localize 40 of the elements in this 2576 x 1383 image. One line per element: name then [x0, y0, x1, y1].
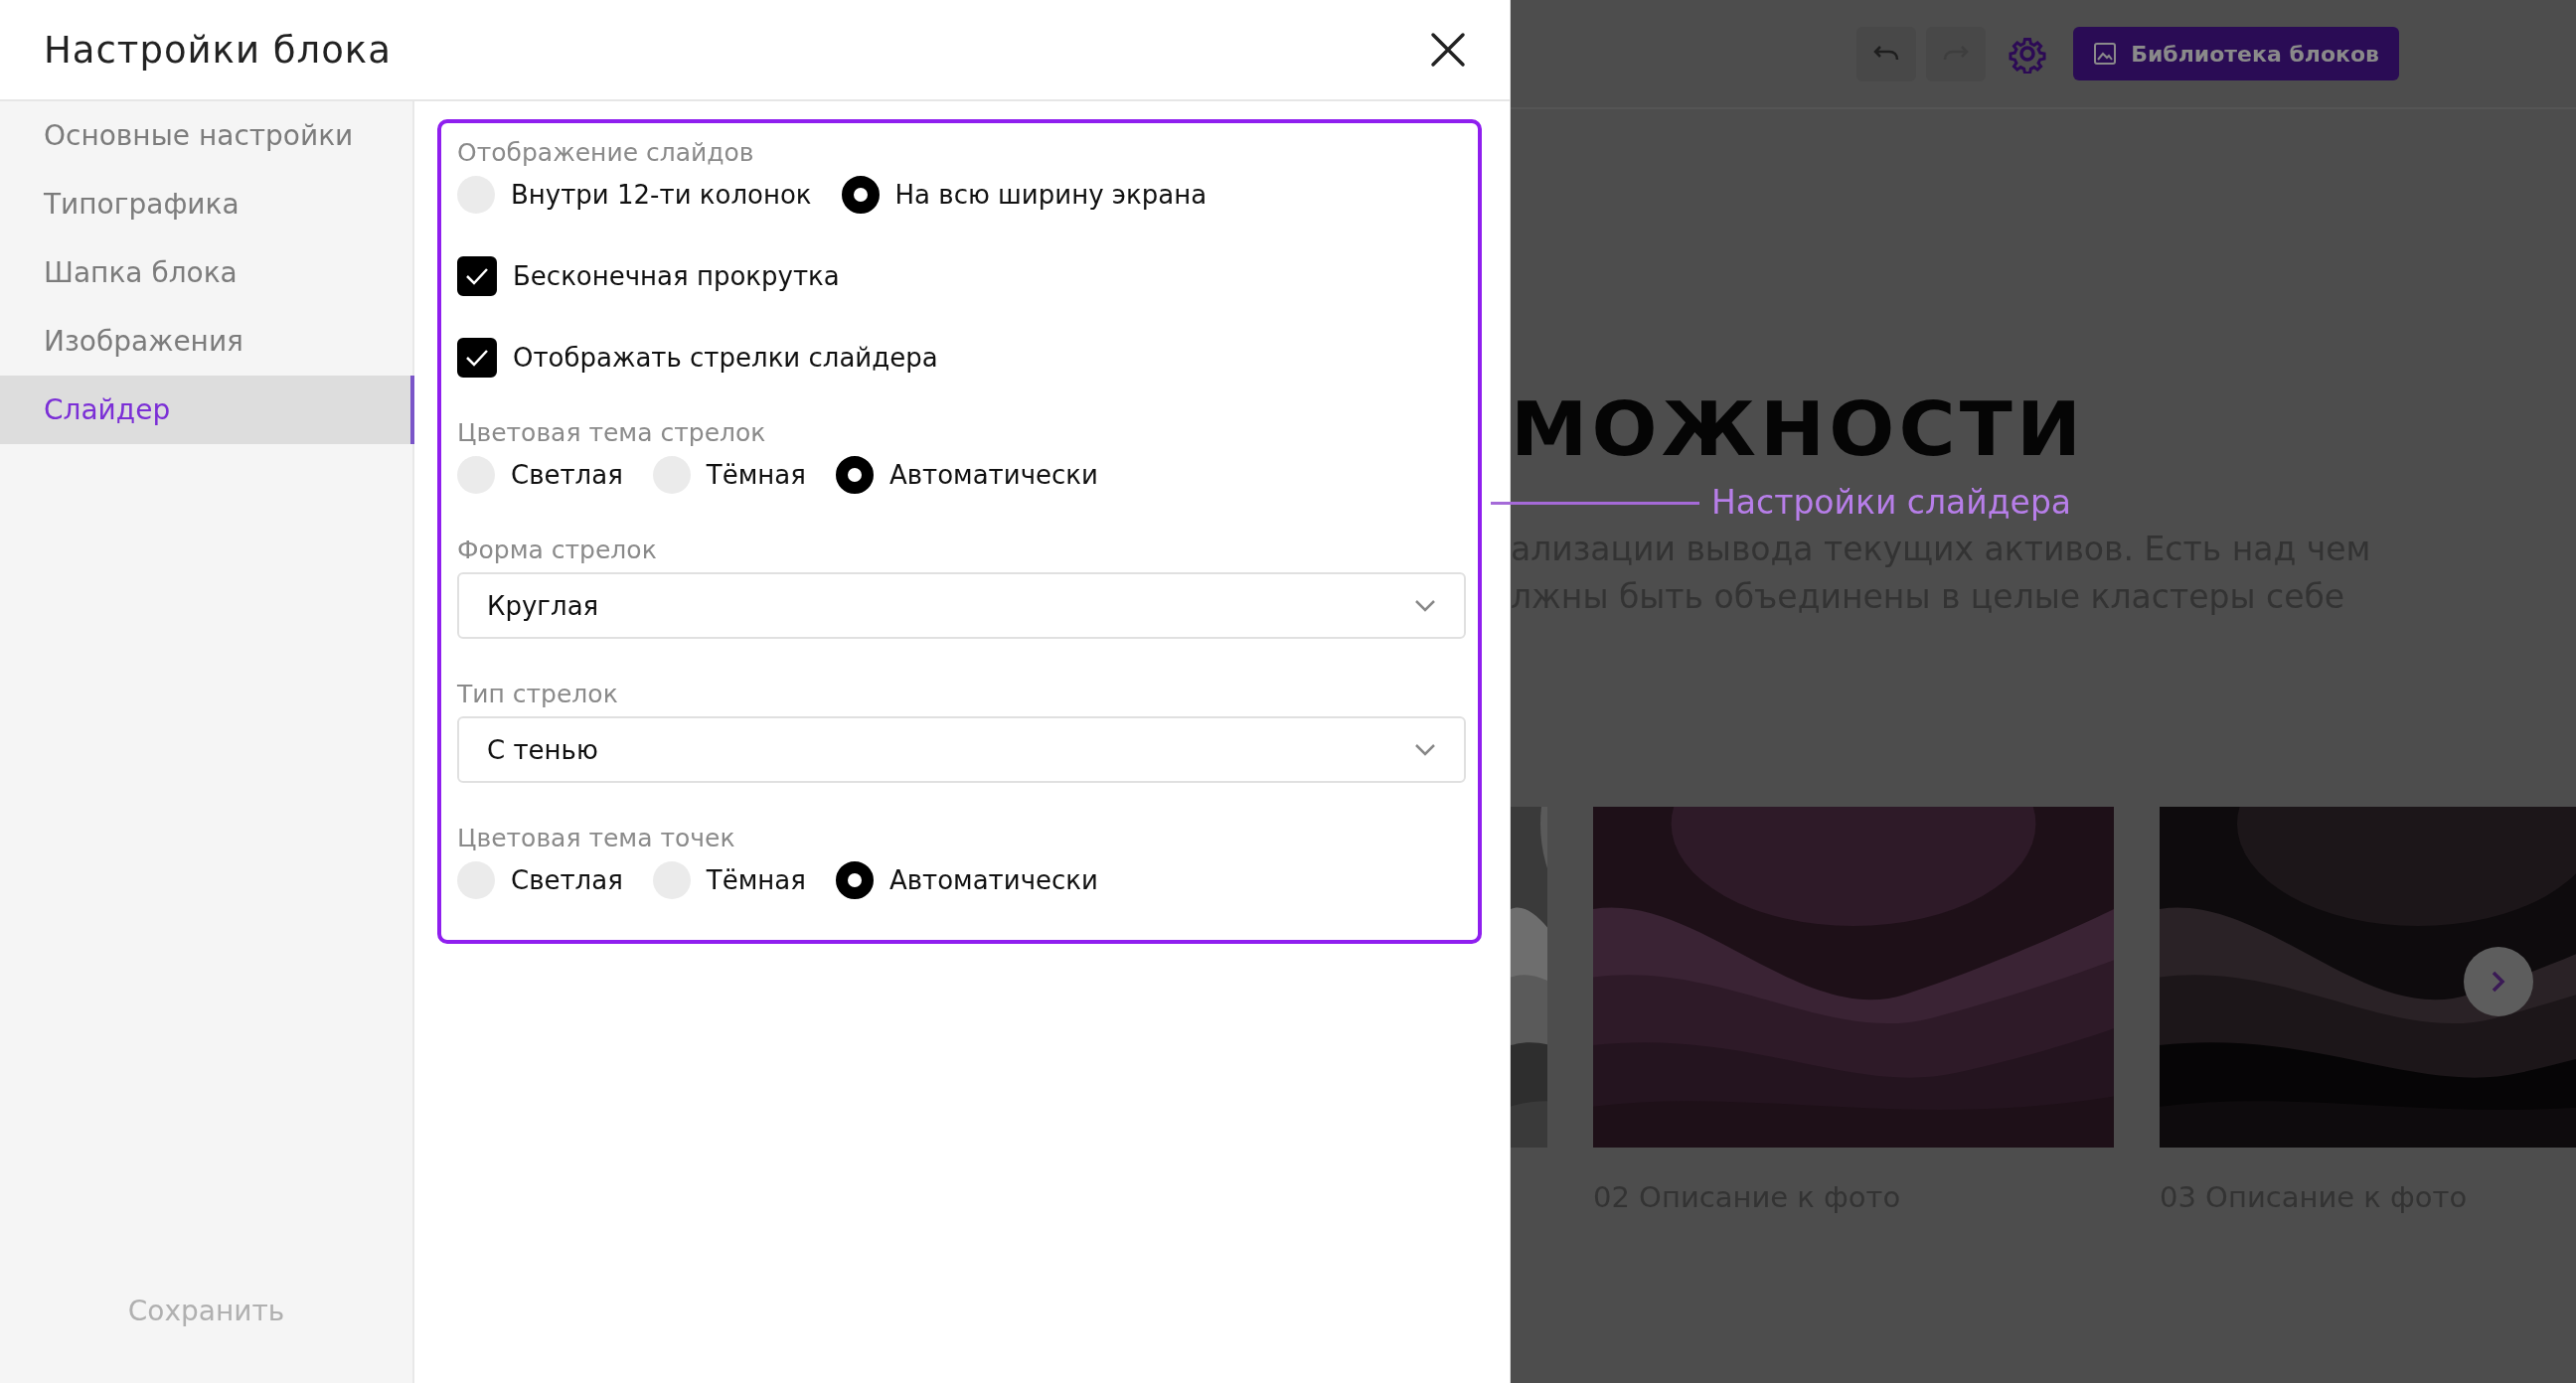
group-label: Отображение слайдов — [457, 139, 755, 167]
radio-button[interactable] — [835, 861, 874, 899]
radio-label: Светлая — [511, 460, 623, 490]
check-icon — [465, 348, 489, 368]
sidebar-item[interactable]: Типографика — [0, 170, 414, 238]
radio-label: Тёмная — [706, 460, 806, 490]
dropdown-field[interactable]: С тенью — [457, 716, 1466, 783]
radio-button[interactable] — [841, 176, 880, 214]
sidebar-item[interactable]: Основные настройки — [0, 101, 414, 170]
checkbox[interactable] — [457, 256, 497, 296]
close-icon[interactable] — [1430, 32, 1466, 68]
checkbox-label: Отображать стрелки слайдера — [513, 343, 938, 373]
sidebar-item[interactable]: Изображения — [0, 307, 414, 376]
group-label: Цветовая тема точек — [457, 825, 736, 852]
checkbox[interactable] — [457, 338, 497, 378]
chevron-down-icon — [1414, 598, 1436, 613]
radio-label: Светлая — [511, 865, 623, 895]
check-icon — [465, 266, 489, 286]
radio-label: Автоматически — [888, 460, 1098, 490]
section-heading: МОЖНОСТИ — [1511, 392, 2087, 467]
radio-label: Тёмная — [706, 865, 806, 895]
block-library-button[interactable]: Библиотека блоков — [2073, 27, 2399, 80]
field-label: Форма стрелок — [457, 537, 658, 564]
radio-label: Внутри 12-ти колонок — [511, 180, 812, 210]
group-label: Цветовая тема стрелок — [457, 419, 767, 447]
chevron-right-icon — [2491, 970, 2506, 994]
radio-label: На всю ширину экрана — [894, 180, 1208, 210]
sidebar-item[interactable]: Шапка блока — [0, 238, 414, 307]
undo-icon — [1873, 45, 1900, 63]
image-icon — [2093, 42, 2118, 66]
radio-label: Автоматически — [888, 865, 1098, 895]
dropdown-field[interactable]: Круглая — [457, 572, 1466, 639]
checkbox-label: Бесконечная прокрутка — [513, 261, 840, 291]
undo-button[interactable] — [1856, 26, 1917, 81]
sidebar-item[interactable]: Слайдер — [0, 376, 414, 444]
chevron-down-icon — [1414, 742, 1436, 757]
callout-label: Настройки слайдера — [1711, 482, 2072, 524]
radio-button[interactable] — [835, 456, 874, 494]
field-label: Тип стрелок — [457, 681, 619, 708]
dialog-title: Настройки блока — [44, 28, 392, 72]
